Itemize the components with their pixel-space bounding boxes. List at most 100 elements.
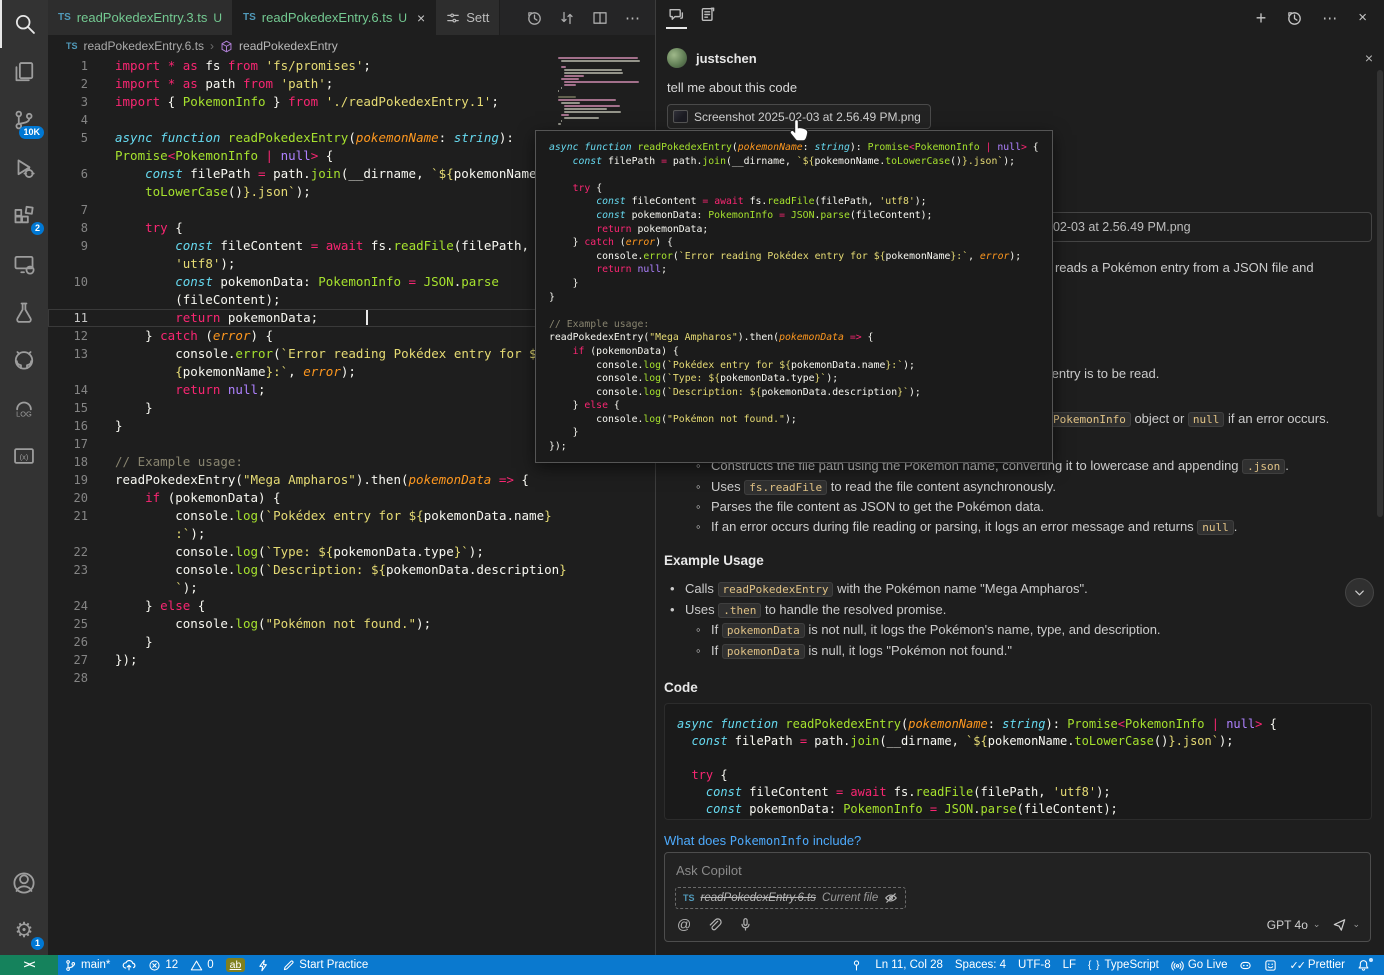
notification-dot: [1368, 957, 1374, 963]
statusbar-item[interactable]: ab: [220, 955, 252, 975]
attachment-name: Screenshot 2025-02-03 at 2.56.49 PM.png: [694, 110, 921, 124]
scroll-to-bottom-button[interactable]: [1345, 578, 1374, 607]
activity-item-search[interactable]: [0, 0, 48, 48]
statusbar-item-spaces-4[interactable]: Spaces: 4: [949, 955, 1012, 975]
activity-item-testing[interactable]: [0, 288, 48, 336]
line-number: 26: [48, 633, 88, 651]
mention-icon[interactable]: @: [677, 916, 691, 932]
activity-item-settings[interactable]: ⚙1: [0, 907, 48, 955]
activity-item-github[interactable]: [0, 336, 48, 384]
chat-toolbar: + ⋯ ×: [656, 0, 1384, 35]
code-text: } else {: [115, 598, 205, 613]
chat-history-icon[interactable]: [1286, 10, 1302, 26]
send-button[interactable]: ⌄: [1332, 917, 1360, 932]
popup-code-row: const pokemonData: PokemonInfo = JSON.pa…: [549, 209, 1039, 223]
new-edit-session-icon[interactable]: [699, 6, 716, 29]
user-message-header: justschen ×: [667, 48, 1373, 68]
minimap-line: [561, 66, 566, 68]
close-panel-icon[interactable]: ×: [1358, 9, 1367, 26]
tab-Sett[interactable]: Sett: [436, 0, 500, 35]
popup-code-row: if (pokemonData) {: [549, 345, 1039, 359]
breadcrumb[interactable]: TS readPokedexEntry.6.ts › readPokedexEn…: [48, 35, 655, 57]
line-number: 3: [48, 93, 88, 111]
statusbar-item[interactable]: [1258, 955, 1283, 975]
tab-bar: TSreadPokedexEntry.3.tsUTSreadPokedexEnt…: [48, 0, 655, 35]
statusbar-item[interactable]: [116, 955, 142, 975]
context-chip[interactable]: TS readPokedexEntry.6.ts Current file: [675, 887, 906, 909]
activity-item-run-debug[interactable]: [0, 144, 48, 192]
tab-readPokedexEntry.3.ts[interactable]: TSreadPokedexEntry.3.tsU: [48, 0, 233, 35]
popup-code-row: return pokemonData;: [549, 223, 1039, 237]
settings-icon: ⚙: [15, 920, 34, 942]
example-list: Calls readPokedexEntry with the Pokémon …: [664, 579, 1372, 620]
model-picker[interactable]: GPT 4o ⌄: [1267, 918, 1321, 932]
chat-input[interactable]: Ask Copilot TS readPokedexEntry.6.ts Cur…: [664, 852, 1371, 942]
statusbar-item-typescript[interactable]: { }TypeScript: [1082, 955, 1165, 975]
tab-readPokedexEntry.6.ts[interactable]: TSreadPokedexEntry.6.tsU×: [233, 0, 436, 35]
code-text: console.log("Pokémon not found.");: [115, 616, 431, 631]
more-actions-icon[interactable]: ⋯: [625, 9, 641, 27]
statusbar-item-0[interactable]: 0: [184, 955, 219, 975]
ts-file-icon: TS: [66, 41, 78, 51]
panel-scrollbar[interactable]: [1377, 70, 1383, 517]
response-heading: Example Usage: [664, 551, 1372, 570]
statusbar-item[interactable]: [1351, 955, 1376, 975]
new-chat-icon[interactable]: +: [1256, 11, 1267, 25]
chat-mode-icon[interactable]: [668, 6, 685, 29]
minimap-line: [558, 123, 561, 125]
console-icon: (x): [13, 445, 35, 467]
statusbar-item[interactable]: [251, 955, 276, 975]
ts-file-icon: TS: [683, 893, 695, 903]
statusbar-item[interactable]: [844, 955, 869, 975]
code-text: toLowerCase()}.json`);: [115, 184, 311, 199]
statusbar-item-start-practice[interactable]: Start Practice: [276, 955, 374, 975]
followup-suggestion[interactable]: What does PokemonInfo include?: [664, 833, 861, 848]
remote-indicator[interactable]: ><: [0, 955, 58, 975]
activity-item-output-log[interactable]: LOG: [0, 384, 48, 432]
line-number: 15: [48, 399, 88, 417]
code-text: if (pokemonData) {: [115, 490, 281, 505]
minimap[interactable]: [558, 57, 646, 131]
copilot-icon: [1239, 959, 1252, 972]
mic-icon[interactable]: [738, 917, 753, 932]
delete-turn-icon[interactable]: ×: [1365, 50, 1373, 66]
popup-code-row: console.log(`Type: ${pokemonData.type}`)…: [549, 372, 1039, 386]
statusbar-item-lf[interactable]: LF: [1057, 955, 1082, 975]
response-code-block[interactable]: async function readPokedexEntry(pokemonN…: [664, 703, 1372, 820]
activity-item-remote-explorer[interactable]: [0, 240, 48, 288]
statusbar-label: Ln 11, Col 28: [875, 959, 943, 971]
example-sublist: If pokemonData is not null, it logs the …: [664, 620, 1372, 661]
attachment-chip[interactable]: Screenshot 2025-02-03 at 2.56.49 PM.png: [667, 104, 931, 129]
split-editor-icon[interactable]: [592, 10, 608, 26]
list-item: If pokemonData is not null, it logs the …: [664, 620, 1372, 641]
activity-item-console[interactable]: (x): [0, 432, 48, 480]
tab-close-icon[interactable]: ×: [417, 10, 425, 26]
minimap-line: [561, 120, 562, 122]
statusbar-item-utf-8[interactable]: UTF-8: [1012, 955, 1057, 975]
statusbar-item-ln-11-col-28[interactable]: Ln 11, Col 28: [869, 955, 949, 975]
statusbar-item[interactable]: [1233, 955, 1258, 975]
activity-badge: 10K: [19, 126, 44, 139]
avatar: [667, 48, 687, 68]
code-text: const fileContent = await fs.readFile(fi…: [115, 238, 529, 253]
statusbar-item-prettier[interactable]: ✓✓Prettier: [1283, 955, 1351, 975]
attach-icon[interactable]: [707, 917, 722, 932]
compare-changes-icon[interactable]: [559, 10, 575, 26]
activity-item-accounts[interactable]: [0, 859, 48, 907]
timeline-history-icon[interactable]: [526, 10, 542, 26]
output-log-icon: LOG: [13, 397, 35, 419]
statusbar-label: 0: [207, 959, 213, 971]
code-text: }: [115, 400, 153, 415]
chat-more-icon[interactable]: ⋯: [1322, 9, 1338, 27]
line-number: 11: [48, 309, 88, 327]
statusbar-item-main-[interactable]: main*: [58, 955, 116, 975]
eye-off-icon[interactable]: [884, 891, 898, 905]
statusbar-item-12[interactable]: 12: [142, 955, 184, 975]
activity-item-explorer[interactable]: [0, 48, 48, 96]
activity-item-source-control[interactable]: 10K: [0, 96, 48, 144]
breadcrumb-file[interactable]: readPokedexEntry.6.ts: [84, 39, 205, 53]
statusbar-item-go-live[interactable]: Go Live: [1165, 955, 1234, 975]
code-row: 26 }: [48, 633, 655, 651]
breadcrumb-symbol[interactable]: readPokedexEntry: [239, 39, 338, 53]
activity-item-extensions[interactable]: 2: [0, 192, 48, 240]
